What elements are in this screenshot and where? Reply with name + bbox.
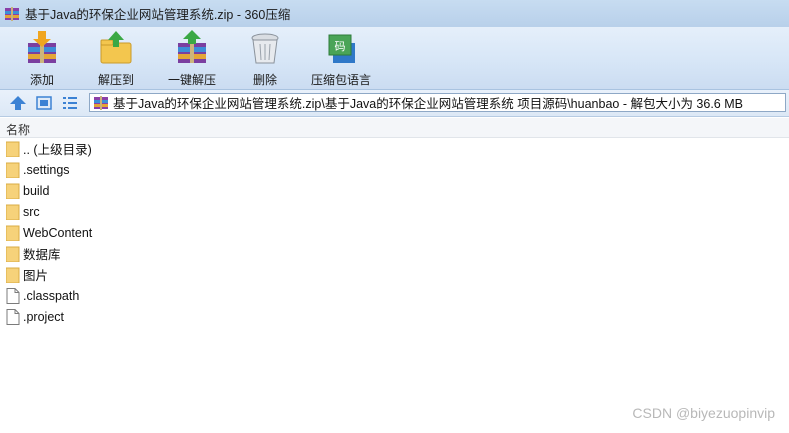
- delete-button[interactable]: 删除: [245, 29, 285, 87]
- file-name: 图片: [23, 269, 49, 283]
- archive-language-label: 压缩包语言: [310, 73, 371, 87]
- thumbnail-view-icon[interactable]: [35, 94, 53, 112]
- path-text: 基于Java的环保企业网站管理系统.zip\基于Java的环保企业网站管理系统 …: [113, 97, 743, 111]
- archive-language-button[interactable]: 码 压缩包语言: [309, 29, 373, 87]
- extract-to-label: 解压到: [97, 73, 134, 87]
- address-bar: 基于Java的环保企业网站管理系统.zip\基于Java的环保企业网站管理系统 …: [0, 90, 789, 117]
- file-name: .project: [23, 309, 64, 324]
- folder-icon: [6, 141, 20, 157]
- file-icon: [6, 287, 20, 304]
- list-item[interactable]: .project: [0, 306, 789, 327]
- file-name: 数据库: [23, 248, 61, 262]
- quick-extract-icon: [178, 30, 206, 63]
- folder-icon: [6, 246, 20, 262]
- folder-icon: [6, 183, 20, 199]
- add-button[interactable]: 添加: [20, 29, 64, 87]
- watermark: CSDN @biyezuopinvip: [632, 405, 775, 421]
- list-item[interactable]: 数据库: [0, 243, 789, 264]
- list-view-icon[interactable]: [61, 94, 79, 112]
- list-item[interactable]: .classpath: [0, 285, 789, 306]
- quick-extract-label: 一键解压: [167, 73, 216, 87]
- column-name-label: 名称: [6, 123, 31, 137]
- add-archive-icon: [28, 31, 56, 63]
- add-label: 添加: [29, 73, 54, 87]
- list-item[interactable]: 图片: [0, 264, 789, 285]
- folder-icon: [6, 162, 20, 178]
- file-icon: [6, 308, 20, 325]
- trash-can-icon: [251, 33, 279, 64]
- folder-icon: [6, 204, 20, 220]
- list-item[interactable]: .settings: [0, 159, 789, 180]
- list-item-parent-dir[interactable]: .. (上级目录): [0, 138, 789, 159]
- svg-text:码: 码: [335, 40, 346, 53]
- file-name: src: [23, 204, 40, 219]
- path-field[interactable]: 基于Java的环保企业网站管理系统.zip\基于Java的环保企业网站管理系统 …: [89, 93, 786, 112]
- archive-language-icon: 码: [328, 34, 355, 63]
- list-item[interactable]: WebContent: [0, 222, 789, 243]
- title-bar: 基于Java的环保企业网站管理系统.zip - 360压缩: [0, 0, 789, 27]
- file-name: build: [23, 183, 50, 198]
- folder-icon: [6, 267, 20, 283]
- file-name: WebContent: [23, 225, 93, 240]
- list-item[interactable]: build: [0, 180, 789, 201]
- window-title: 基于Java的环保企业网站管理系统.zip - 360压缩: [25, 8, 291, 22]
- list-item[interactable]: src: [0, 201, 789, 222]
- folder-icon: [6, 225, 20, 241]
- toolbar: 添加 解压到 一键解压 删除 码 压缩包语言: [0, 27, 789, 90]
- column-header-name[interactable]: 名称: [0, 118, 789, 138]
- extract-to-button[interactable]: 解压到: [92, 29, 140, 87]
- file-name: .classpath: [23, 288, 80, 303]
- file-name: .settings: [23, 162, 70, 177]
- quick-extract-button[interactable]: 一键解压: [164, 29, 220, 87]
- up-arrow-icon[interactable]: [9, 94, 27, 112]
- extract-to-folder-icon: [100, 31, 132, 64]
- delete-label: 删除: [252, 73, 277, 87]
- winrar-archive-icon: [5, 6, 19, 21]
- file-name: .. (上级目录): [23, 143, 92, 157]
- zip-archive-icon: [94, 95, 108, 110]
